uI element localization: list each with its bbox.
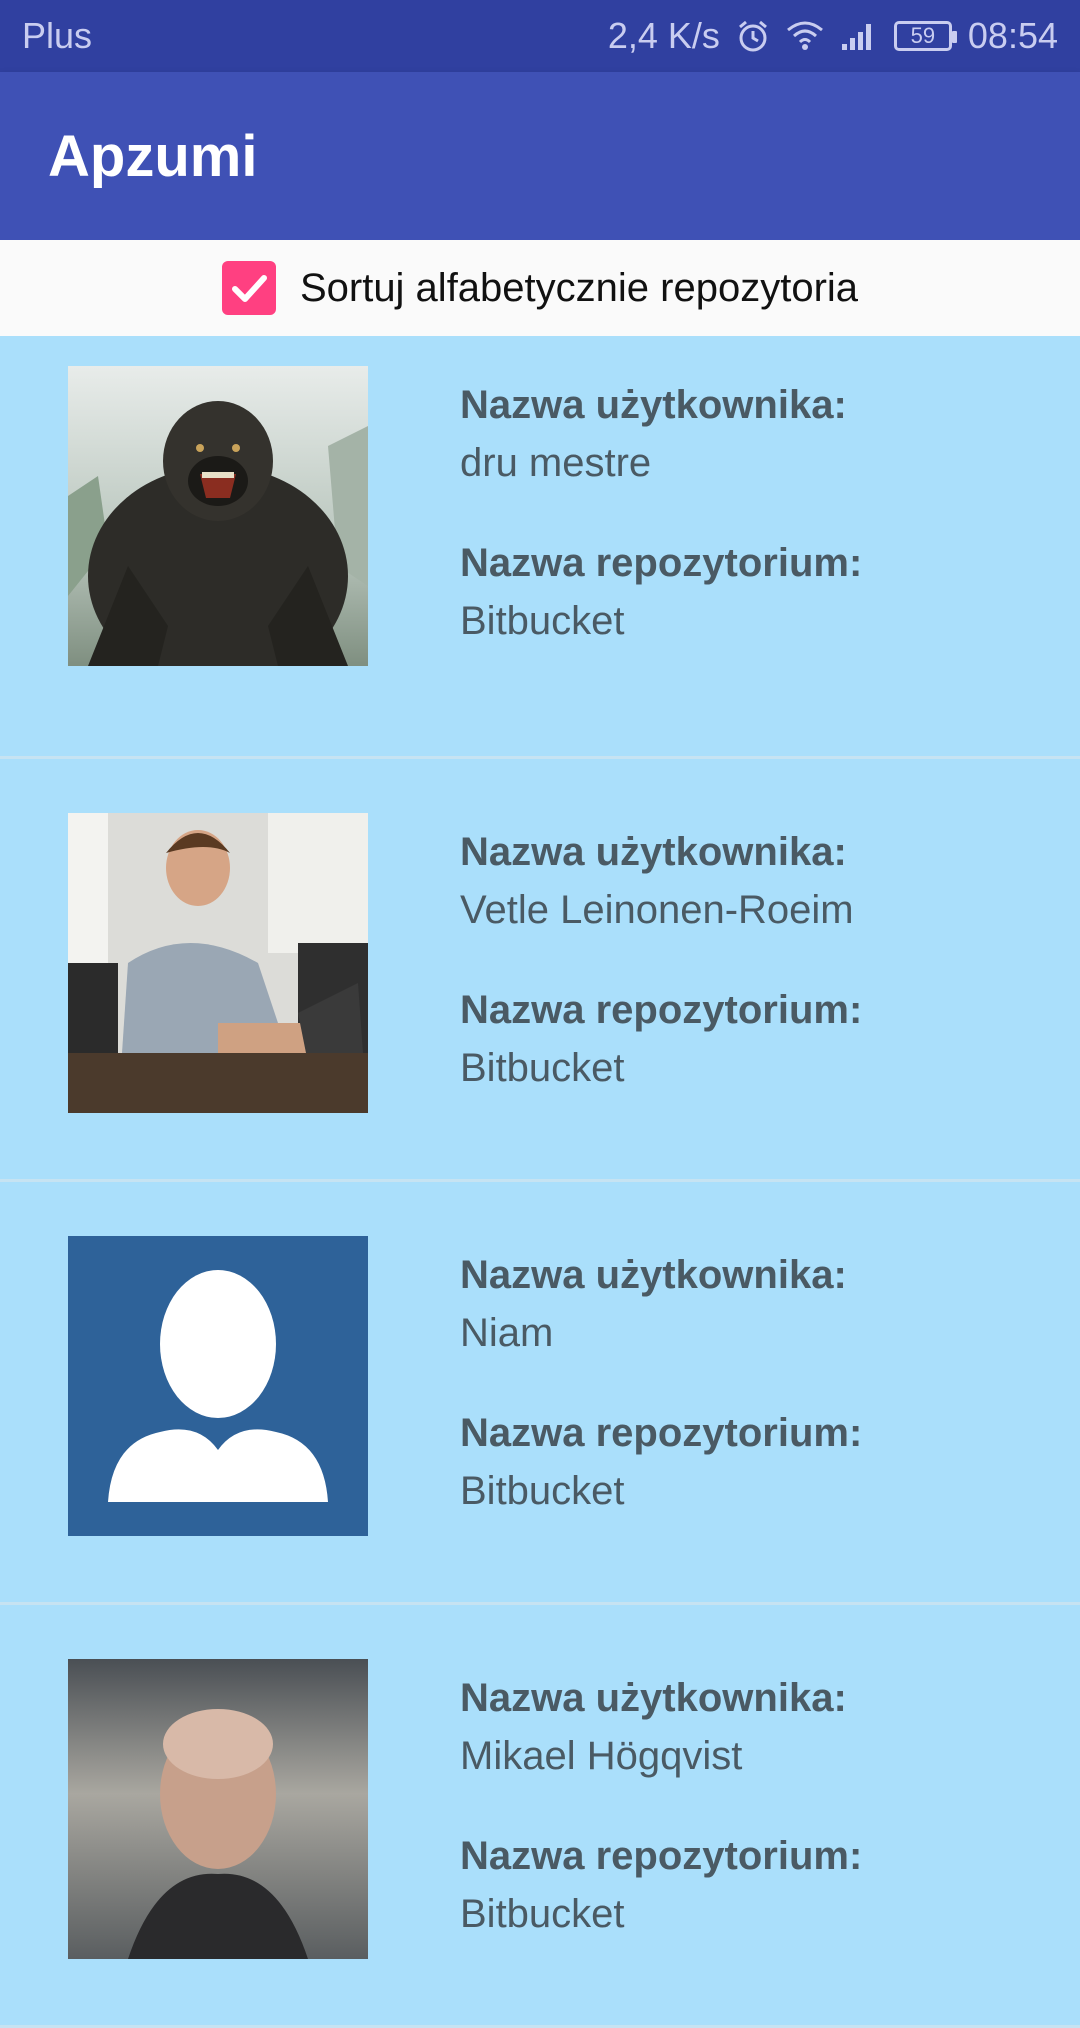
sort-option[interactable]: Sortuj alfabetycznie repozytoria bbox=[0, 240, 1080, 336]
avatar bbox=[68, 1236, 368, 1536]
wifi-icon bbox=[786, 20, 824, 52]
repo-label: Nazwa repozytorium: bbox=[460, 1834, 863, 1878]
avatar bbox=[68, 813, 368, 1113]
avatar bbox=[68, 1659, 368, 1959]
app-title: Apzumi bbox=[48, 123, 258, 189]
carrier-name: Plus bbox=[22, 15, 93, 56]
network-speed: 2,4 K/s bbox=[607, 15, 720, 56]
item-info: Nazwa użytkownika: Niam Nazwa repozytori… bbox=[460, 1246, 862, 1562]
user-name: Mikael Högqvist bbox=[460, 1734, 743, 1778]
avatar bbox=[68, 366, 368, 666]
gorilla-photo bbox=[68, 366, 368, 666]
repository-list: Nazwa użytkownika: dru mestre Nazwa repo… bbox=[0, 336, 1080, 2028]
repo-label: Nazwa repozytorium: bbox=[460, 1411, 863, 1455]
check-icon bbox=[231, 275, 267, 302]
list-item[interactable]: Nazwa użytkownika: Mikael Högqvist Nazwa… bbox=[0, 1605, 1080, 2028]
repo-label: Nazwa repozytorium: bbox=[460, 541, 863, 585]
user-name: Vetle Leinonen-Roeim bbox=[460, 888, 854, 932]
item-info: Nazwa użytkownika: Vetle Leinonen-Roeim … bbox=[460, 823, 862, 1139]
user-label: Nazwa użytkownika: bbox=[460, 1253, 847, 1297]
list-item[interactable]: Nazwa użytkownika: Vetle Leinonen-Roeim … bbox=[0, 759, 1080, 1182]
signal-icon bbox=[840, 20, 878, 52]
battery-icon: 59 bbox=[893, 21, 957, 51]
user-label: Nazwa użytkownika: bbox=[460, 830, 847, 874]
default-person-icon bbox=[68, 1236, 368, 1536]
man-portrait-photo bbox=[68, 1659, 368, 1959]
app-bar: Apzumi bbox=[0, 72, 1080, 240]
user-label: Nazwa użytkownika: bbox=[460, 383, 847, 427]
alarm-icon bbox=[736, 19, 770, 53]
repo-name: Bitbucket bbox=[460, 599, 625, 643]
repo-name: Bitbucket bbox=[460, 1892, 625, 1936]
list-item[interactable]: Nazwa użytkownika: dru mestre Nazwa repo… bbox=[0, 336, 1080, 759]
item-info: Nazwa użytkownika: dru mestre Nazwa repo… bbox=[460, 376, 862, 692]
repo-name: Bitbucket bbox=[460, 1469, 625, 1513]
status-icons: 2,4 K/s 59 08:54 bbox=[608, 15, 1058, 57]
repo-label: Nazwa repozytorium: bbox=[460, 988, 863, 1032]
clock: 08:54 bbox=[967, 15, 1058, 56]
user-label: Nazwa użytkownika: bbox=[460, 1676, 847, 1720]
item-info: Nazwa użytkownika: Mikael Högqvist Nazwa… bbox=[460, 1669, 862, 1985]
list-item[interactable]: Nazwa użytkownika: Niam Nazwa repozytori… bbox=[0, 1182, 1080, 1605]
sort-label: Sortuj alfabetycznie repozytoria bbox=[299, 265, 859, 310]
user-name: dru mestre bbox=[460, 441, 652, 485]
man-at-laptop-photo bbox=[68, 813, 368, 1113]
status-bar: Plus 2,4 K/s 59 08:54 bbox=[0, 0, 1080, 72]
user-name: Niam bbox=[460, 1311, 554, 1355]
sort-checkbox[interactable] bbox=[221, 261, 276, 315]
repo-name: Bitbucket bbox=[460, 1046, 625, 1090]
